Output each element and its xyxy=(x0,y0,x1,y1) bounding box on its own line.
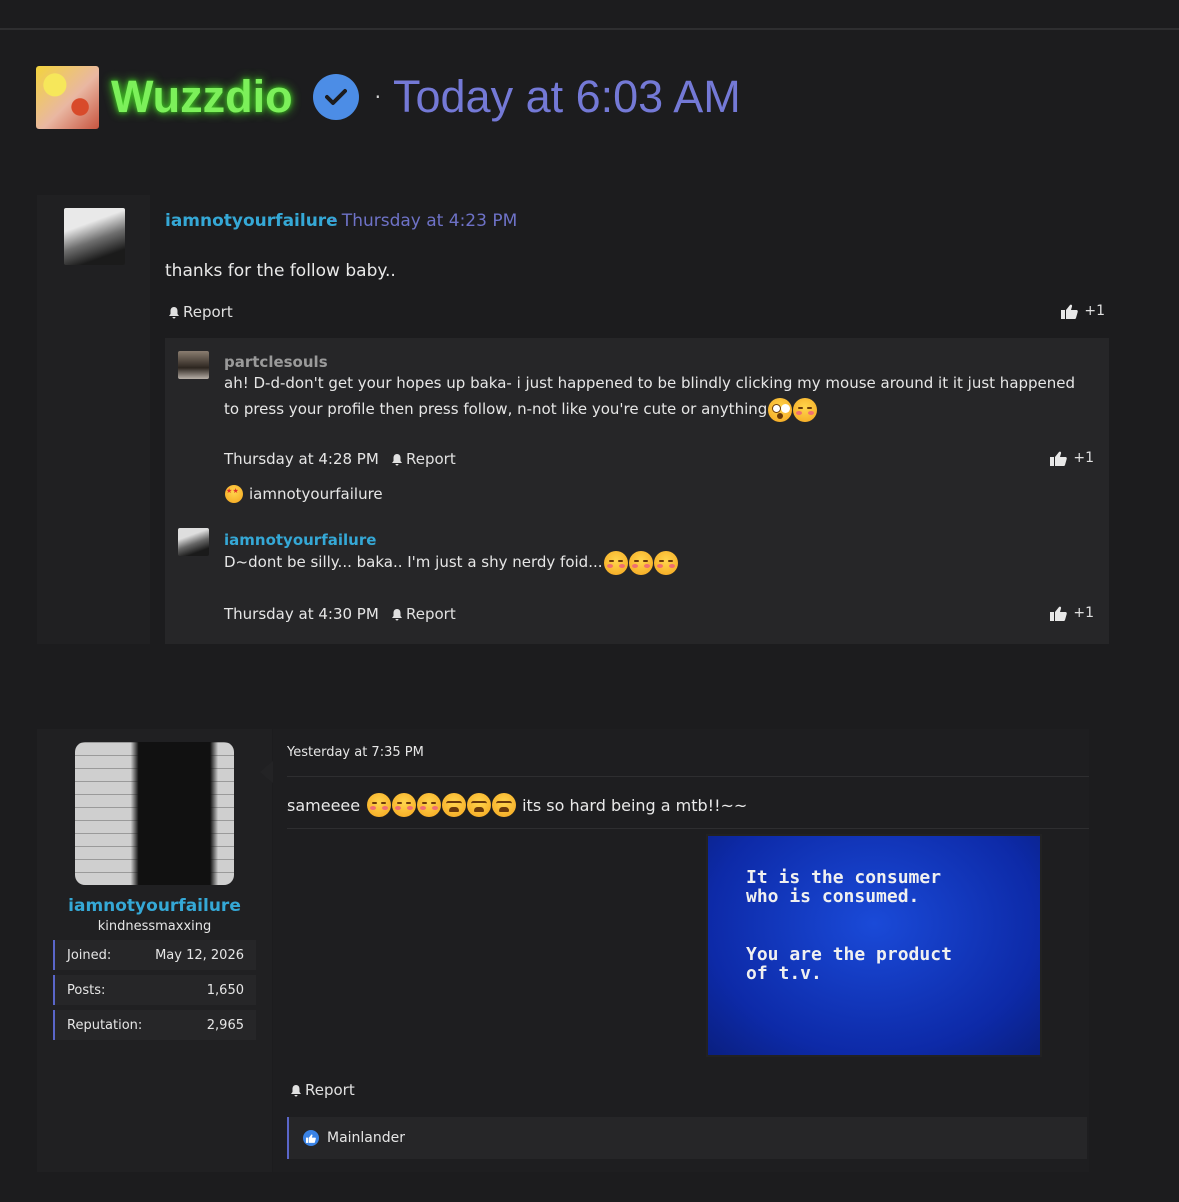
stat-label: Joined: xyxy=(67,947,112,963)
stat-value[interactable]: 1,650 xyxy=(207,983,244,998)
divider xyxy=(287,776,1089,777)
comment-text-content: D~dont be silly... baka.. I'm just a shy… xyxy=(224,553,603,571)
message-pointer xyxy=(260,760,274,784)
header-avatar[interactable] xyxy=(36,65,99,129)
message-content: Yesterday at 7:35 PM sameeee its so hard… xyxy=(273,729,1089,1172)
stat-label: Reputation: xyxy=(67,1017,143,1033)
bell-icon xyxy=(291,1084,301,1096)
image-text-line: who is consumed. xyxy=(746,886,920,907)
message-user-sidebar: iamnotyourfailure kindnessmaxxing Joined… xyxy=(37,729,272,1172)
image-text-line: of t.v. xyxy=(746,963,822,984)
report-label: Report xyxy=(406,605,456,623)
report-button[interactable]: Report xyxy=(168,303,233,321)
message-text-start: sameeee xyxy=(287,795,361,815)
comment-timestamp[interactable]: Thursday at 4:28 PM xyxy=(224,450,379,468)
divider xyxy=(287,828,1089,829)
image-text-line: It is the consumer xyxy=(746,867,942,888)
author-username[interactable]: iamnotyourfailure xyxy=(37,896,272,916)
like-count: +1 xyxy=(1073,450,1094,466)
message-text-end: its so hard being a mtb!!~~ xyxy=(522,795,748,815)
header-separator: · xyxy=(374,85,381,109)
flushed-emoji xyxy=(417,793,442,817)
star-struck-emoji xyxy=(225,485,243,503)
profile-post: iamnotyourfailure · Thursday at 4:23 PM … xyxy=(37,195,1109,644)
post-sidebar xyxy=(37,195,150,644)
tired-emoji xyxy=(442,793,467,817)
report-label: Report xyxy=(305,1081,355,1099)
comment-timestamp[interactable]: Thursday at 4:30 PM xyxy=(224,605,379,623)
comment-username[interactable]: iamnotyourfailure xyxy=(224,531,376,549)
report-button[interactable]: Report xyxy=(391,605,456,623)
flushed-emoji xyxy=(392,793,417,817)
tired-emoji xyxy=(467,793,492,817)
post-username[interactable]: iamnotyourfailure xyxy=(165,211,338,231)
like-button[interactable]: +1 xyxy=(1061,303,1105,319)
flushed-emoji xyxy=(793,397,818,422)
flushed-emoji xyxy=(653,550,678,575)
liked-by-username[interactable]: Mainlander xyxy=(327,1130,405,1146)
report-button[interactable]: Report xyxy=(391,450,456,468)
message-text: sameeee its so hard being a mtb!!~~ xyxy=(287,793,747,817)
wow-emoji xyxy=(768,397,793,422)
stat-value: May 12, 2026 xyxy=(155,947,244,963)
like-count: +1 xyxy=(1073,605,1094,621)
comment-text-content: ah! D-d-don't get your hopes up baka- i … xyxy=(224,374,1076,418)
thumbs-up-icon xyxy=(1061,304,1079,319)
comment-list: partclesouls ah! D-d-don't get your hope… xyxy=(165,338,1109,644)
stat-joined: Joined: May 12, 2026 xyxy=(53,940,256,970)
header-username[interactable]: Wuzzdio xyxy=(111,71,293,123)
like-button[interactable]: +1 xyxy=(1050,450,1094,466)
avatar[interactable] xyxy=(178,528,209,556)
top-divider xyxy=(0,28,1179,30)
comment-text: ah! D-d-don't get your hopes up baka- i … xyxy=(224,370,1084,422)
stat-label: Posts: xyxy=(67,982,106,998)
thread-header: Wuzzdio · Today at 6:03 AM xyxy=(36,65,741,129)
comment-username[interactable]: partclesouls xyxy=(224,353,328,371)
bell-icon xyxy=(169,306,179,318)
attached-image[interactable]: It is the consumer who is consumed. You … xyxy=(706,834,1042,1057)
like-count: +1 xyxy=(1084,303,1105,319)
thumbs-up-icon xyxy=(303,1130,319,1146)
reaction-list[interactable]: iamnotyourfailure xyxy=(224,485,383,503)
flushed-emoji xyxy=(603,550,628,575)
post-message: thanks for the follow baby.. xyxy=(165,261,396,281)
like-button[interactable]: +1 xyxy=(1050,605,1094,621)
stat-value: 2,965 xyxy=(206,1017,244,1033)
avatar[interactable] xyxy=(75,742,234,885)
flushed-emoji xyxy=(367,793,392,817)
thumbs-up-icon xyxy=(1050,606,1068,621)
author-title: kindnessmaxxing xyxy=(97,919,212,934)
post-timestamp[interactable]: · Thursday at 4:23 PM xyxy=(331,211,517,231)
report-label: Report xyxy=(406,450,456,468)
stat-reputation: Reputation: 2,965 xyxy=(53,1010,256,1040)
tired-emoji xyxy=(492,793,517,817)
flushed-emoji xyxy=(628,550,653,575)
header-timestamp: Today at 6:03 AM xyxy=(393,71,741,122)
bell-icon xyxy=(392,608,402,620)
comment-text: D~dont be silly... baka.. I'm just a shy… xyxy=(224,549,678,575)
likes-bar[interactable]: Mainlander xyxy=(287,1117,1087,1159)
reaction-username: iamnotyourfailure xyxy=(249,485,383,503)
avatar[interactable] xyxy=(178,351,209,379)
report-label: Report xyxy=(183,303,233,321)
stat-posts: Posts: 1,650 xyxy=(53,975,256,1005)
report-button[interactable]: Report xyxy=(290,1081,355,1099)
bell-icon xyxy=(392,453,402,465)
verified-check-icon xyxy=(312,74,359,120)
message-timestamp[interactable]: Yesterday at 7:35 PM xyxy=(287,745,424,760)
image-text-line: You are the product xyxy=(746,944,952,965)
avatar[interactable] xyxy=(64,208,125,265)
thumbs-up-icon xyxy=(1050,451,1068,466)
